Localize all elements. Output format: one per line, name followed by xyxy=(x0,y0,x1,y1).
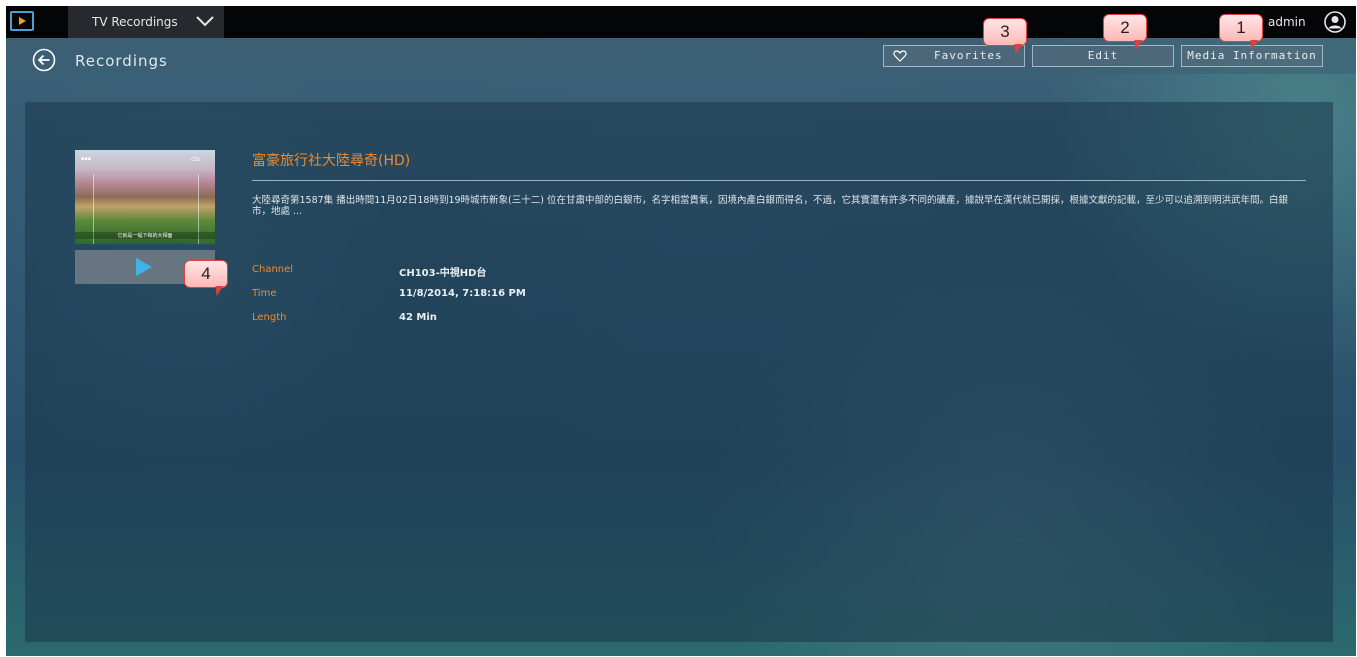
callout-1: 1 xyxy=(1219,14,1263,42)
back-arrow-icon[interactable] xyxy=(32,48,56,72)
title-divider xyxy=(252,180,1306,181)
heart-icon xyxy=(893,50,907,62)
time-label: Time xyxy=(252,288,277,299)
program-title: 富豪旅行社大陸尋奇(HD) xyxy=(252,153,411,169)
app-window: TV Recordings admin Recordings Favorites… xyxy=(6,6,1356,656)
app-logo-icon[interactable] xyxy=(10,11,34,31)
edit-button[interactable]: Edit xyxy=(1032,45,1174,67)
length-label: Length xyxy=(252,312,287,323)
program-description: 大陸尋奇第1587集 播出時間11月02日18時到19時城市新象(三十二) 位在… xyxy=(252,195,1288,217)
chevron-down-icon xyxy=(196,16,214,27)
thumbnail-channel-logo: cts xyxy=(191,156,200,163)
callout-4: 4 xyxy=(184,260,228,288)
recording-thumbnail[interactable]: ▪▪▪ cts 它就是一幅下和的大相面 xyxy=(75,150,215,244)
favorites-button[interactable]: Favorites xyxy=(883,45,1025,67)
favorites-button-label: Favorites xyxy=(934,49,1003,62)
top-bar: TV Recordings admin xyxy=(6,6,1356,38)
thumbnail-caption: 它就是一幅下和的大相面 xyxy=(75,232,215,239)
channel-label: Channel xyxy=(252,264,294,275)
callout-2: 2 xyxy=(1103,14,1147,42)
page-title: Recordings xyxy=(75,52,168,70)
length-value: 42 Min xyxy=(399,312,437,323)
user-name: admin xyxy=(1268,15,1306,29)
callout-3: 3 xyxy=(983,18,1027,46)
channel-value: CH103-中視HD台 xyxy=(399,268,487,279)
recording-detail-panel: ▪▪▪ cts 它就是一幅下和的大相面 富豪旅行社大陸尋奇(HD) 大陸尋奇第1… xyxy=(25,102,1333,642)
thumbnail-program-logo: ▪▪▪ xyxy=(81,156,92,162)
app-switcher-dropdown[interactable]: TV Recordings xyxy=(68,6,224,38)
user-account-icon[interactable] xyxy=(1324,11,1346,33)
app-switcher-label: TV Recordings xyxy=(92,15,178,29)
time-value: 11/8/2014, 7:18:16 PM xyxy=(399,288,526,299)
play-icon xyxy=(136,258,152,276)
